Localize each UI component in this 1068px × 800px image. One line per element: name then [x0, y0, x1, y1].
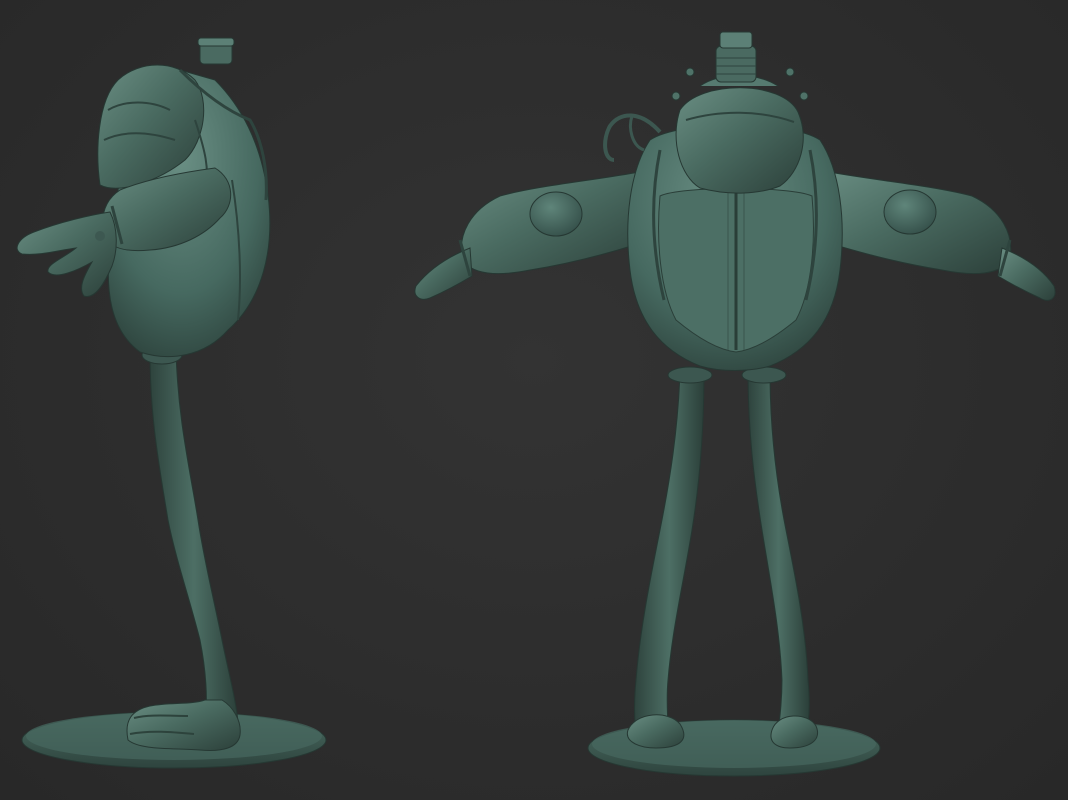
- model-render: [16, 31, 1056, 777]
- back-leg-left: [634, 371, 705, 735]
- side-hand: [16, 211, 117, 297]
- back-view-model: [414, 31, 1056, 777]
- render-viewport: [0, 0, 1068, 800]
- back-leg-right: [747, 371, 810, 735]
- back-neck-connector: [715, 45, 757, 83]
- back-helmet: [675, 87, 804, 194]
- side-leg: [149, 351, 239, 723]
- side-view-model: [16, 37, 327, 769]
- side-foot: [126, 699, 241, 751]
